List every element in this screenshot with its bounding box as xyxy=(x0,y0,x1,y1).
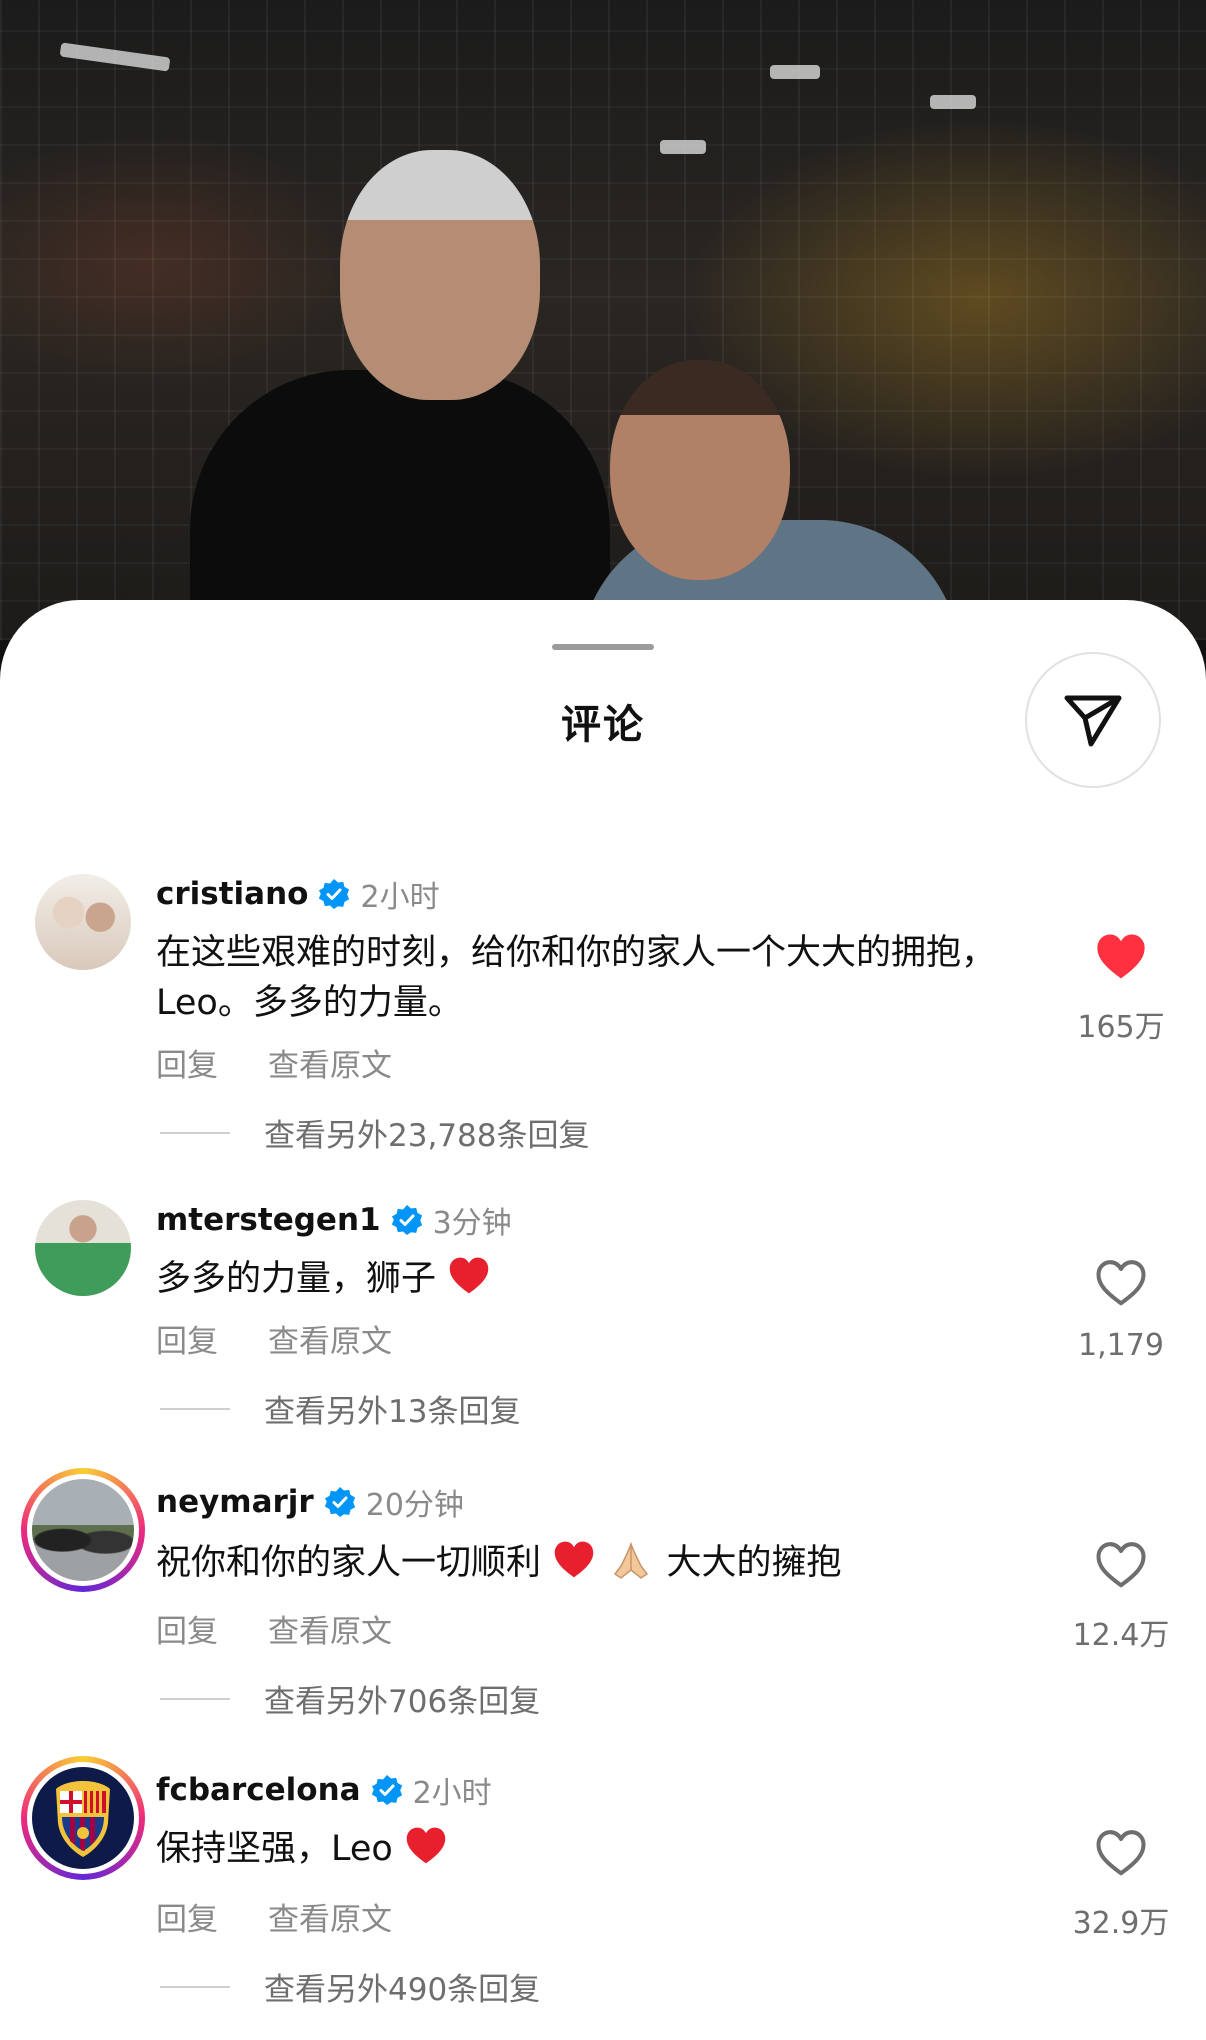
comment-text: 祝你和你的家人一切顺利 大大的擁抱 xyxy=(156,1536,1036,1588)
red-heart-emoji xyxy=(406,1827,446,1864)
avatar-story-ring[interactable] xyxy=(21,1756,145,1880)
photo-person-right-head xyxy=(610,360,790,580)
heart-outline-icon xyxy=(1096,1542,1146,1588)
timestamp: 20分钟 xyxy=(365,1488,464,1523)
sheet-grabber[interactable] xyxy=(552,644,654,650)
timestamp: 3分钟 xyxy=(432,1206,512,1241)
divider-dash xyxy=(160,1697,230,1700)
comment-text: 在这些艰难的时刻，给你和你的家人一个大大的拥抱，Leo。多多的力量。 xyxy=(156,933,997,1023)
heart-filled-icon xyxy=(1097,934,1145,979)
like-button[interactable]: 12.4万 xyxy=(1040,1538,1202,1654)
ceiling-lamp xyxy=(930,95,976,109)
verified-badge-icon xyxy=(324,1487,355,1517)
avatar-story-ring[interactable] xyxy=(21,1468,145,1592)
reply-button[interactable]: 回复 xyxy=(156,1316,218,1361)
like-button[interactable]: 1,179 xyxy=(1040,1256,1202,1363)
heart-outline-icon xyxy=(1096,1830,1146,1876)
see-original-button[interactable]: 查看原文 xyxy=(268,1606,392,1651)
comment-text: 多多的力量，狮子 xyxy=(156,1254,1036,1304)
timestamp: 2小时 xyxy=(412,1776,492,1811)
avatar[interactable] xyxy=(35,874,131,970)
like-count: 12.4万 xyxy=(1072,1618,1170,1653)
avatar xyxy=(32,1479,134,1581)
comment-text-body: 保持坚强，Leo xyxy=(156,1829,393,1869)
send-icon xyxy=(1064,695,1122,747)
username[interactable]: cristiano xyxy=(156,876,308,912)
red-heart-emoji xyxy=(449,1257,489,1294)
post-photo-background xyxy=(0,0,1206,640)
username[interactable]: neymarjr xyxy=(156,1484,314,1520)
like-count: 32.9万 xyxy=(1072,1906,1170,1941)
share-button[interactable] xyxy=(1025,652,1161,788)
like-button[interactable]: 32.9万 xyxy=(1040,1826,1202,1942)
comment-text-body: 多多的力量，狮子 xyxy=(156,1259,437,1299)
divider-dash xyxy=(160,1407,230,1410)
see-original-button[interactable]: 查看原文 xyxy=(268,1316,392,1361)
like-button[interactable]: 165万 xyxy=(1040,930,1202,1046)
avatar[interactable] xyxy=(35,1200,131,1296)
username[interactable]: mterstegen1 xyxy=(156,1202,381,1238)
red-heart-emoji xyxy=(554,1541,594,1578)
divider-dash xyxy=(160,1131,230,1134)
verified-badge-icon xyxy=(371,1775,402,1805)
like-count: 165万 xyxy=(1077,1010,1165,1045)
reply-button[interactable]: 回复 xyxy=(156,1606,218,1651)
avatar-ring-gap xyxy=(27,1762,139,1874)
reply-button[interactable]: 回复 xyxy=(156,1894,218,1939)
verified-badge-icon xyxy=(319,879,350,909)
ceiling-lamp xyxy=(770,65,820,79)
heart-outline-icon xyxy=(1096,1260,1146,1306)
like-count: 1,179 xyxy=(1078,1328,1164,1363)
ceiling-lamp xyxy=(660,140,706,154)
view-more-replies-button[interactable]: 查看另外490条回复 xyxy=(264,1964,540,2009)
username[interactable]: fcbarcelona xyxy=(156,1772,361,1808)
avatar xyxy=(32,1767,134,1869)
timestamp: 2小时 xyxy=(360,880,440,915)
photo-person-left-head xyxy=(340,150,540,400)
reply-button[interactable]: 回复 xyxy=(156,1040,218,1085)
folded-hands-emoji xyxy=(614,1541,649,1579)
see-original-button[interactable]: 查看原文 xyxy=(268,1040,392,1085)
comment-text: 保持坚强，Leo xyxy=(156,1824,1036,1874)
club-crest-icon xyxy=(56,1781,110,1857)
comment-text-body-2: 大大的擁抱 xyxy=(666,1543,842,1583)
divider-dash xyxy=(160,1985,230,1988)
verified-badge-icon xyxy=(391,1205,422,1235)
see-original-button[interactable]: 查看原文 xyxy=(268,1894,392,1939)
view-more-replies-button[interactable]: 查看另外23,788条回复 xyxy=(264,1110,589,1155)
comment-text-body: 祝你和你的家人一切顺利 xyxy=(156,1543,542,1583)
view-more-replies-button[interactable]: 查看另外13条回复 xyxy=(264,1386,520,1431)
avatar-ring-gap xyxy=(27,1474,139,1586)
view-more-replies-button[interactable]: 查看另外706条回复 xyxy=(264,1676,540,1721)
